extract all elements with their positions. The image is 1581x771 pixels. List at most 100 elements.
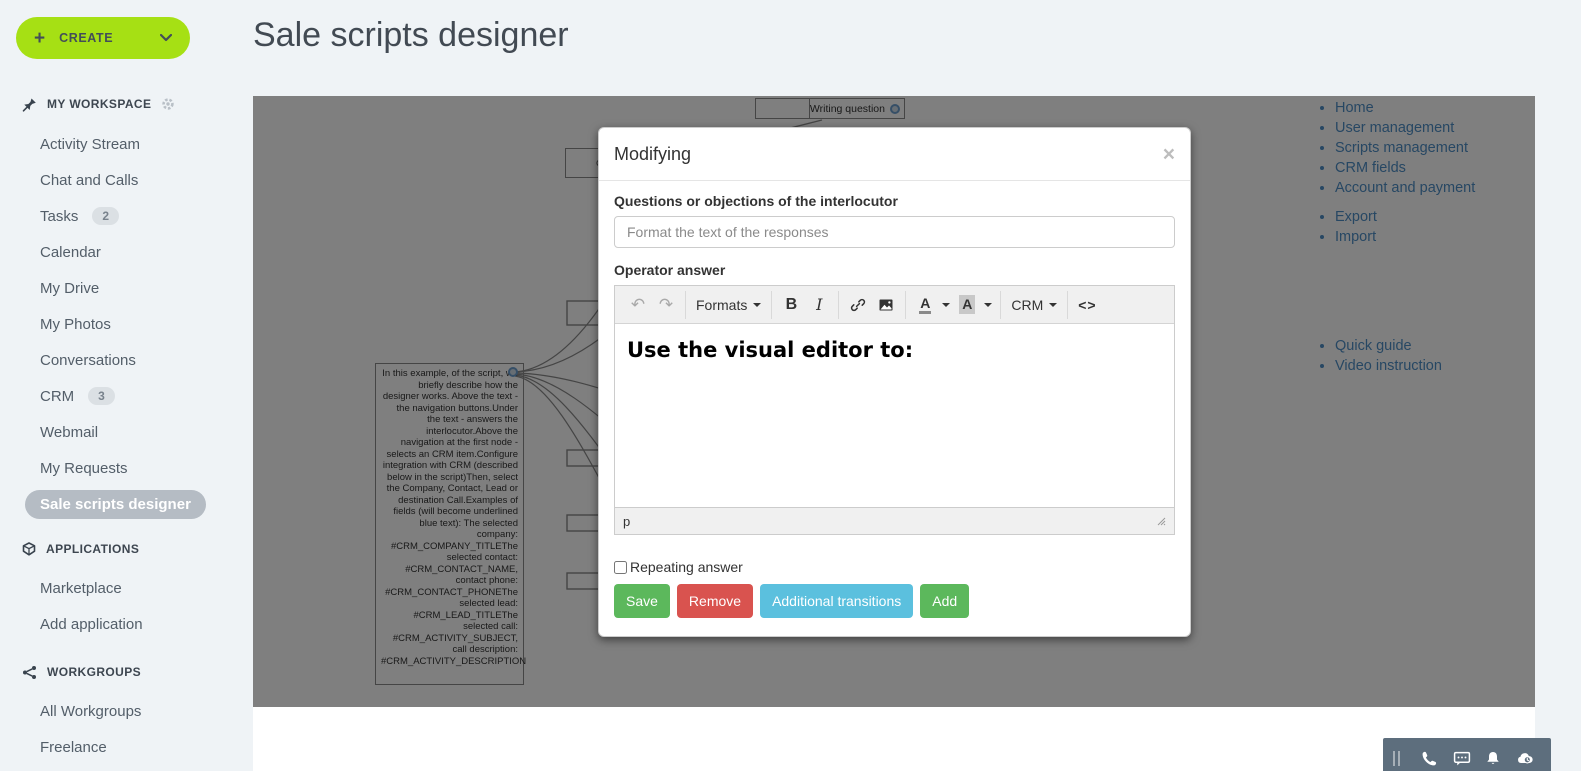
chat-icon[interactable]: [1446, 741, 1478, 771]
formats-dropdown[interactable]: Formats: [691, 291, 766, 319]
remove-button[interactable]: Remove: [677, 584, 753, 618]
sidebar-item-my-drive[interactable]: My Drive: [0, 270, 238, 306]
modal-title: Modifying: [614, 144, 1163, 165]
sidebar-item-sale-scripts-designer[interactable]: Sale scripts designer: [0, 486, 238, 522]
item-label: Marketplace: [40, 580, 122, 597]
sidebar-item-activity-stream[interactable]: Activity Stream: [0, 126, 238, 162]
repeating-answer-row: Repeating answer: [614, 559, 1175, 575]
create-button[interactable]: + CREATE: [16, 17, 190, 59]
editor-heading-text: Use the visual editor to:: [627, 338, 1162, 362]
gear-icon[interactable]: [161, 97, 175, 111]
chevron-down-icon: [160, 34, 172, 42]
dock-drag-handle[interactable]: [1393, 751, 1400, 766]
undo-icon[interactable]: ↶: [624, 291, 652, 319]
section-header-my-workspace: MY WORKSPACE: [0, 94, 238, 114]
sidebar-item-webmail[interactable]: Webmail: [0, 414, 238, 450]
modal-header: Modifying ×: [599, 128, 1190, 181]
question-label: Questions or objections of the interlocu…: [614, 193, 1175, 209]
style-group: B I: [772, 291, 839, 319]
repeating-answer-label: Repeating answer: [630, 559, 743, 575]
repeating-answer-checkbox[interactable]: [614, 561, 627, 574]
operator-answer-label: Operator answer: [614, 262, 1175, 278]
source-code-button[interactable]: <>: [1073, 291, 1101, 319]
undo-glyph: ↶: [631, 296, 645, 313]
background-color-dropdown[interactable]: [981, 291, 995, 319]
applications-menu: Marketplace Add application: [0, 570, 238, 642]
close-icon[interactable]: ×: [1163, 144, 1175, 165]
section-title: MY WORKSPACE: [47, 97, 151, 111]
sidebar-item-chat-and-calls[interactable]: Chat and Calls: [0, 162, 238, 198]
text-color-dropdown[interactable]: [939, 291, 953, 319]
save-button[interactable]: Save: [614, 584, 670, 618]
item-label: Conversations: [40, 352, 136, 369]
sidebar-item-crm[interactable]: CRM3: [0, 378, 238, 414]
sidebar-item-my-photos[interactable]: My Photos: [0, 306, 238, 342]
applications-icon: [22, 542, 36, 556]
formats-label: Formats: [696, 297, 747, 313]
crm-group: CRM: [1001, 291, 1068, 319]
page-title: Sale scripts designer: [253, 16, 569, 55]
modifying-dialog: Modifying × Questions or objections of t…: [598, 127, 1191, 637]
item-label: Activity Stream: [40, 136, 140, 153]
add-button[interactable]: Add: [920, 584, 969, 618]
color-group: A A: [906, 291, 1001, 319]
background-color-button[interactable]: A: [953, 291, 981, 319]
sidebar-item-add-application[interactable]: Add application: [0, 606, 238, 642]
image-icon[interactable]: [872, 291, 900, 319]
item-label: CRM: [40, 388, 74, 405]
tasks-count-badge: 2: [92, 207, 119, 225]
plus-icon: +: [34, 29, 45, 48]
chevron-down-icon: [753, 303, 761, 307]
item-label: Calendar: [40, 244, 101, 261]
sidebar-item-all-workgroups[interactable]: All Workgroups: [0, 693, 238, 729]
chevron-down-icon: [984, 303, 992, 307]
item-label: My Drive: [40, 280, 99, 297]
crm-dropdown[interactable]: CRM: [1006, 291, 1062, 319]
section-header-applications: APPLICATIONS: [0, 539, 238, 559]
communication-dock: [1383, 738, 1551, 771]
sidebar-item-calendar[interactable]: Calendar: [0, 234, 238, 270]
sidebar-item-freelance[interactable]: Freelance: [0, 729, 238, 765]
active-item-pill: Sale scripts designer: [25, 490, 206, 519]
bold-button[interactable]: B: [777, 291, 805, 319]
crm-label: CRM: [1011, 297, 1043, 313]
section-header-workgroups: WORKGROUPS: [0, 662, 238, 682]
editor-content[interactable]: Use the visual editor to:: [615, 324, 1174, 507]
section-title: APPLICATIONS: [46, 542, 139, 556]
question-input[interactable]: [614, 216, 1175, 248]
text-color-button[interactable]: A: [911, 291, 939, 319]
italic-button[interactable]: I: [805, 291, 833, 319]
additional-transitions-button[interactable]: Additional transitions: [760, 584, 913, 618]
item-label: Webmail: [40, 424, 98, 441]
pin-icon: [22, 97, 37, 112]
resize-grip-icon[interactable]: [1157, 517, 1166, 526]
editor-statusbar: p: [615, 507, 1174, 534]
sidebar-item-my-requests[interactable]: My Requests: [0, 450, 238, 486]
item-label: Freelance: [40, 739, 107, 756]
redo-glyph: ↷: [659, 296, 673, 313]
sidebar: + CREATE MY WORKSPACE Activity Stream Ch…: [0, 0, 238, 771]
phone-icon[interactable]: [1414, 741, 1446, 771]
history-group: ↶ ↷: [619, 291, 686, 319]
drive-cloud-icon[interactable]: [1509, 741, 1541, 771]
insert-group: [839, 291, 906, 319]
modal-actions: Save Remove Additional transitions Add: [614, 584, 1175, 618]
text-color-glyph: A: [919, 296, 931, 314]
section-title: WORKGROUPS: [47, 665, 141, 679]
chevron-down-icon: [1049, 303, 1057, 307]
sidebar-item-tasks[interactable]: Tasks 2: [0, 198, 238, 234]
item-label: Add application: [40, 616, 143, 633]
item-label: Chat and Calls: [40, 172, 138, 189]
sidebar-item-marketplace[interactable]: Marketplace: [0, 570, 238, 606]
rich-text-editor: ↶ ↷ Formats B I: [614, 285, 1175, 535]
link-icon[interactable]: [844, 291, 872, 319]
background-color-glyph: A: [959, 295, 975, 314]
share-icon: [22, 665, 37, 680]
redo-icon[interactable]: ↷: [652, 291, 680, 319]
element-path[interactable]: p: [623, 514, 1157, 529]
notifications-bell-icon[interactable]: [1478, 741, 1510, 771]
code-group: <>: [1068, 291, 1106, 319]
item-label: My Requests: [40, 460, 128, 477]
item-label: Tasks: [40, 208, 78, 225]
sidebar-item-conversations[interactable]: Conversations: [0, 342, 238, 378]
